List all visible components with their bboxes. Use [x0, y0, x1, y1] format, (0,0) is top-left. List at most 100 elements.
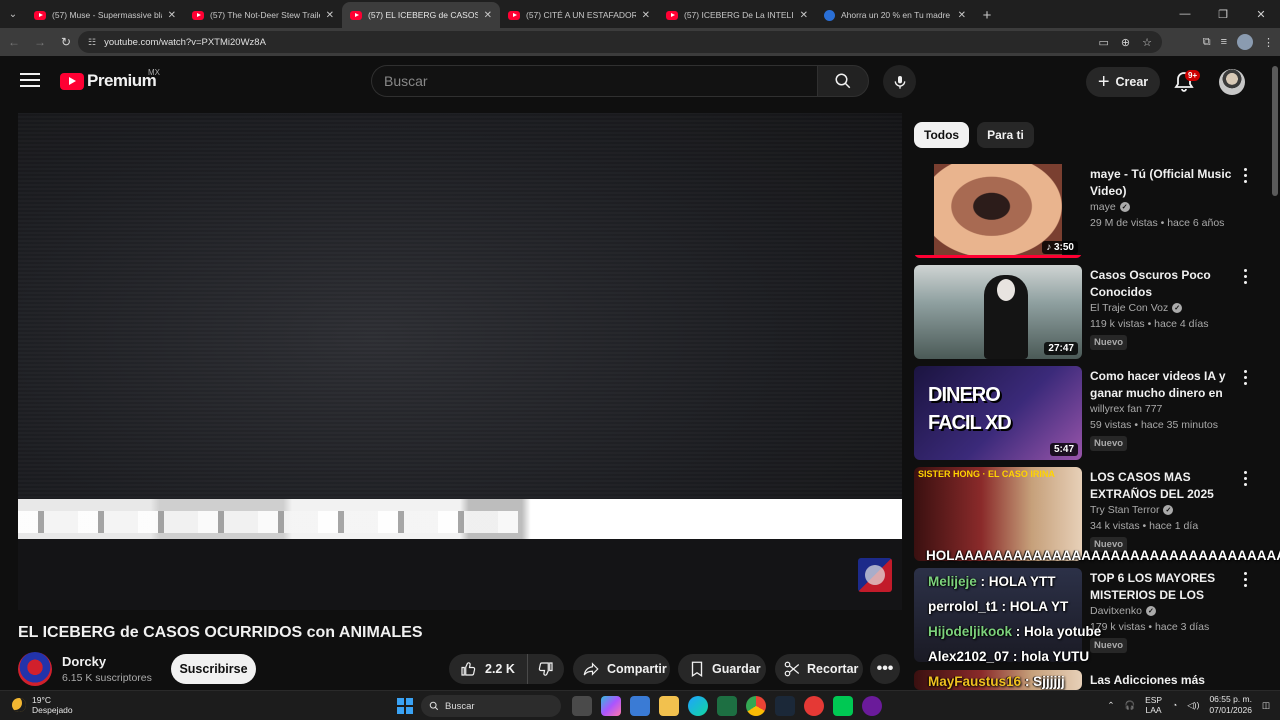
channel-name[interactable]: Dorcky: [62, 654, 106, 669]
recommendation-title[interactable]: TOP 6 LOS MAYORES MISTERIOS DE LOS POLOS: [1090, 570, 1235, 604]
video-duration: 27:47: [1044, 342, 1078, 355]
file-explorer-icon[interactable]: [659, 696, 679, 716]
channel-label: El Traje Con Voz: [1090, 302, 1169, 314]
more-vertical-icon[interactable]: [1240, 267, 1250, 285]
back-button[interactable]: ←: [2, 30, 26, 54]
clock[interactable]: 06:55 p. m. 07/01/2026: [1209, 694, 1252, 716]
create-button[interactable]: + Crear: [1086, 67, 1160, 97]
wifi-icon[interactable]: ◔: [1172, 700, 1177, 710]
close-icon[interactable]: ✕: [484, 10, 492, 21]
video-thumbnail[interactable]: 27:47: [914, 265, 1082, 359]
recommendation-title[interactable]: Casos Oscuros Poco Conocidos: [1090, 267, 1235, 301]
windows-start-icon[interactable]: [397, 698, 413, 714]
minimize-icon[interactable]: —: [1166, 0, 1204, 28]
video-thumbnail[interactable]: DINERO FACIL XD 5:47: [914, 366, 1082, 460]
headset-icon[interactable]: 🎧: [1124, 700, 1135, 711]
page-scrollbar[interactable]: [1270, 56, 1280, 690]
chrome-icon[interactable]: [746, 696, 766, 716]
taskbar-search[interactable]: Buscar: [421, 695, 561, 717]
like-button[interactable]: 2.2 K: [449, 654, 528, 684]
clip-button[interactable]: Recortar: [775, 654, 863, 684]
cast-icon[interactable]: ▭: [1099, 36, 1109, 49]
dislike-button[interactable]: [528, 654, 564, 684]
profile-avatar-icon[interactable]: [1237, 34, 1253, 50]
chevron-up-icon[interactable]: ⌃: [1107, 700, 1114, 711]
more-vertical-icon[interactable]: [1240, 570, 1250, 588]
video-thumbnail[interactable]: ♪ 3:50: [914, 164, 1082, 258]
video-player[interactable]: [18, 113, 902, 610]
steam-icon[interactable]: [775, 696, 795, 716]
recommendation-title[interactable]: maye - Tú (Official Music Video): [1090, 166, 1235, 200]
video-thumbnail[interactable]: SISTER HONG · EL CASO IRINA: [914, 467, 1082, 561]
close-icon[interactable]: ✕: [326, 10, 334, 21]
recommendation-channel[interactable]: maye ✓: [1090, 201, 1130, 213]
notification-center-icon[interactable]: ◫: [1262, 700, 1270, 711]
more-actions-button[interactable]: •••: [870, 654, 900, 684]
excel-icon[interactable]: [717, 696, 737, 716]
forward-button[interactable]: →: [28, 30, 52, 54]
chip-para-ti[interactable]: Para ti: [977, 122, 1034, 148]
more-vertical-icon[interactable]: [1240, 469, 1250, 487]
language-indicator[interactable]: ESP LAA: [1145, 695, 1162, 715]
recommendation-item[interactable]: ♪ 3:50 maye - Tú (Official Music Video) …: [914, 164, 1264, 260]
search-button[interactable]: [817, 65, 869, 97]
browser-menu-icon[interactable]: ⋮: [1263, 36, 1274, 49]
edge-icon[interactable]: [688, 696, 708, 716]
browser-tab[interactable]: (57) The Not-Deer Stew Trailer ✕: [184, 2, 342, 28]
volume-icon[interactable]: ◁)): [1187, 700, 1199, 711]
close-icon[interactable]: ✕: [958, 10, 966, 21]
recommendation-channel[interactable]: willyrex fan 777: [1090, 403, 1162, 415]
task-view-icon[interactable]: [572, 696, 592, 716]
more-vertical-icon[interactable]: [1240, 368, 1250, 386]
share-button[interactable]: Compartir: [573, 654, 670, 684]
youtube-logo[interactable]: Premium MX: [60, 68, 160, 91]
browser-tab[interactable]: Ahorra un 20 % en Tu madre e ✕: [816, 2, 974, 28]
close-icon[interactable]: ✕: [800, 10, 808, 21]
recommendation-channel[interactable]: El Traje Con Voz ✓: [1090, 302, 1183, 314]
voice-search-button[interactable]: [883, 65, 916, 98]
recommendation-channel[interactable]: Try Stan Terror ✓: [1090, 504, 1174, 516]
recommendation-title[interactable]: LOS CASOS MAS EXTRAÑOS DEL 2025: [1090, 469, 1235, 503]
recommendation-item[interactable]: DINERO FACIL XD 5:47 Como hacer videos I…: [914, 366, 1264, 462]
recommendation-title[interactable]: Como hacer videos IA y ganar mucho diner…: [1090, 368, 1235, 402]
menu-icon[interactable]: [20, 71, 40, 89]
channel-watermark[interactable]: [858, 558, 892, 592]
store-icon[interactable]: [630, 696, 650, 716]
bookmark-star-icon[interactable]: ☆: [1142, 36, 1152, 49]
chat-text: : HOLA YT: [1001, 599, 1069, 614]
restore-icon[interactable]: ❐: [1204, 0, 1242, 28]
browser-tab-active[interactable]: (57) EL ICEBERG de CASOS OC ✕: [342, 2, 500, 28]
recommendation-item[interactable]: 27:47 Casos Oscuros Poco Conocidos El Tr…: [914, 265, 1264, 361]
reading-list-icon[interactable]: ≡: [1221, 36, 1227, 48]
browser-tab[interactable]: (57) ICEBERG De La INTELIGEN ✕: [658, 2, 816, 28]
thumbnail-text: FACIL XD: [928, 412, 1012, 434]
account-avatar[interactable]: [1219, 69, 1245, 95]
save-button[interactable]: Guardar: [678, 654, 766, 684]
search-input[interactable]: [371, 65, 817, 97]
channel-avatar[interactable]: [18, 652, 52, 686]
new-tab-button[interactable]: +: [974, 2, 1000, 28]
extensions-icon[interactable]: ⧉: [1203, 36, 1211, 49]
app-icon[interactable]: [833, 696, 853, 716]
recommendation-title[interactable]: Las Adicciones más: [1090, 672, 1235, 689]
tab-search-icon[interactable]: ⌄: [0, 0, 26, 28]
app-icon[interactable]: [804, 696, 824, 716]
zoom-icon[interactable]: ⊕: [1121, 36, 1130, 49]
copilot-icon[interactable]: [601, 696, 621, 716]
weather-widget[interactable]: 19°C Despejado: [12, 695, 73, 715]
more-vertical-icon[interactable]: [1240, 166, 1250, 184]
browser-tab[interactable]: (57) Muse - Supermassive black ✕: [26, 2, 184, 28]
close-icon[interactable]: ✕: [642, 10, 650, 21]
recommendation-channel[interactable]: Davitxenko ✓: [1090, 605, 1156, 617]
app-icon[interactable]: [862, 696, 882, 716]
chat-username: Hijodeljikook: [928, 624, 1013, 639]
subscribe-button[interactable]: Suscribirse: [171, 654, 256, 684]
address-bar[interactable]: ☷ youtube.com/watch?v=PXTMi20Wz8A ▭ ⊕ ☆: [78, 31, 1162, 53]
scrollbar-thumb[interactable]: [1272, 66, 1278, 196]
reload-button[interactable]: ↻: [54, 30, 78, 54]
site-info-icon[interactable]: ☷: [88, 37, 96, 48]
close-icon[interactable]: ✕: [168, 10, 176, 21]
chip-todos[interactable]: Todos: [914, 122, 970, 148]
browser-tab[interactable]: (57) CITÉ A UN ESTAFADOR Y LI ✕: [500, 2, 658, 28]
close-window-icon[interactable]: ✕: [1242, 0, 1280, 28]
